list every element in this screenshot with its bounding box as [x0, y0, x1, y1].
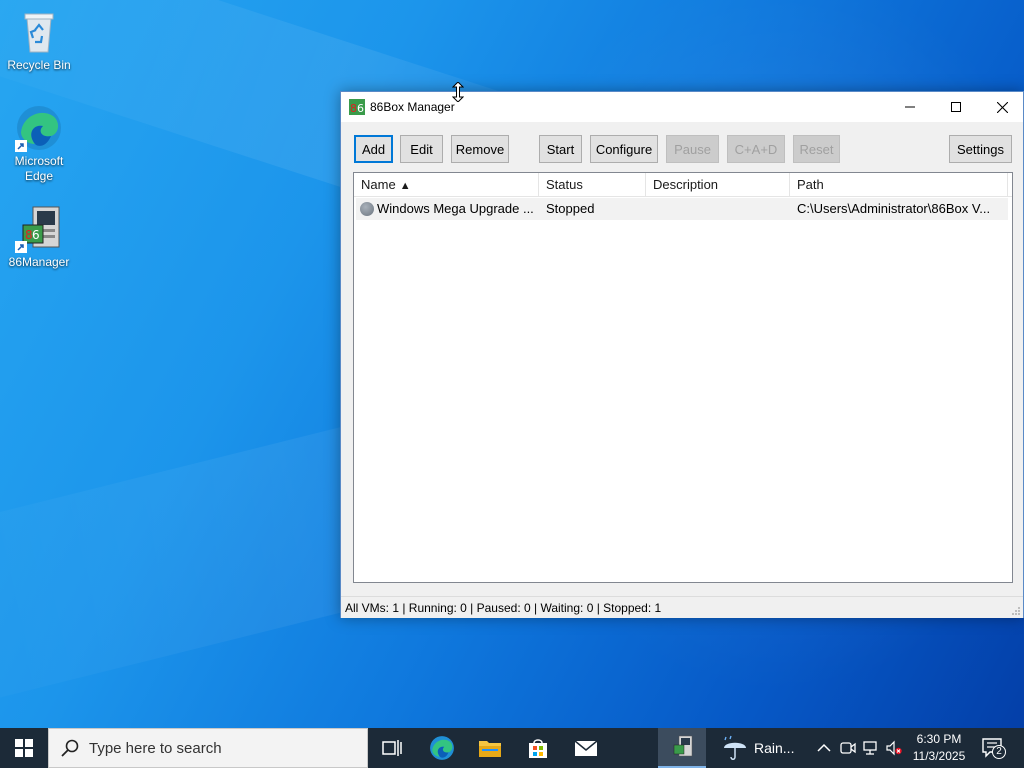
- clock-time: 6:30 PM: [916, 732, 962, 746]
- reset-button[interactable]: Reset: [793, 135, 840, 163]
- resize-grip-icon[interactable]: [1011, 606, 1021, 616]
- recycle-bin-icon: [15, 8, 63, 56]
- svg-text:8: 8: [350, 102, 357, 115]
- column-header-status[interactable]: Status: [539, 173, 646, 197]
- window-title: 86Box Manager: [370, 100, 455, 114]
- desktop-icon-label: Microsoft Edge: [14, 154, 64, 183]
- weather-text: Rain...: [754, 740, 795, 756]
- clock-date: 11/3/2025: [912, 749, 966, 763]
- network-icon[interactable]: [863, 740, 879, 756]
- svg-text:6: 6: [357, 102, 364, 115]
- maximize-icon: [951, 102, 961, 112]
- taskbar-mail[interactable]: [562, 728, 610, 768]
- volume-muted-icon[interactable]: [886, 740, 902, 756]
- 86box-manager-icon: 8 6: [15, 205, 63, 253]
- configure-button[interactable]: Configure: [590, 135, 658, 163]
- column-name-label: Name: [361, 177, 396, 192]
- add-button[interactable]: Add: [354, 135, 393, 163]
- edge-icon: [15, 104, 63, 152]
- taskbar-86box-manager[interactable]: [658, 728, 706, 768]
- status-bar: All VMs: 1 | Running: 0 | Paused: 0 | Wa…: [341, 596, 1023, 618]
- 86box-manager-window: 8 6 86Box Manager Add Edit Remove Start …: [340, 91, 1024, 618]
- 86box-manager-icon: [673, 735, 693, 757]
- vm-description: [653, 198, 791, 220]
- list-header: Name ▲ Status Description Path: [354, 173, 1012, 197]
- edit-button[interactable]: Edit: [400, 135, 443, 163]
- start-button[interactable]: Start: [539, 135, 582, 163]
- notification-count-badge: 2: [992, 745, 1006, 759]
- resize-cursor-icon: [452, 82, 464, 102]
- umbrella-rain-icon: [724, 735, 746, 760]
- chevron-up-icon[interactable]: [816, 740, 832, 756]
- pause-button[interactable]: Pause: [666, 135, 719, 163]
- search-placeholder: Type here to search: [89, 740, 222, 757]
- sort-ascending-icon: ▲: [399, 180, 411, 192]
- vm-path: C:\Users\Administrator\86Box V...: [797, 201, 991, 216]
- edge-icon: [430, 736, 454, 760]
- notification-center-button[interactable]: 2: [978, 736, 1008, 760]
- taskbar-search-box[interactable]: Type here to search: [48, 728, 368, 768]
- app-icon: 8 6: [349, 99, 365, 115]
- desktop-icon-recycle-bin[interactable]: Recycle Bin: [1, 8, 77, 73]
- desktop-icon-label: 86Manager: [8, 255, 70, 269]
- taskbar-edge[interactable]: [418, 728, 466, 768]
- status-text: All VMs: 1 | Running: 0 | Paused: 0 | Wa…: [345, 601, 662, 615]
- vm-list[interactable]: Name ▲ Status Description Path Windows Me…: [353, 172, 1013, 583]
- mail-icon: [574, 740, 598, 756]
- minimize-button[interactable]: [887, 92, 933, 122]
- table-row[interactable]: Windows Mega Upgrade ... Stopped C:\User…: [356, 198, 1008, 220]
- svg-text:6: 6: [32, 228, 40, 242]
- folder-icon: [479, 741, 501, 757]
- task-view-icon: [382, 740, 402, 756]
- taskbar: Type here to search Rain... 6:30 PM 11/3…: [0, 728, 1024, 768]
- store-icon: [529, 739, 547, 758]
- column-header-path[interactable]: Path: [790, 173, 1008, 197]
- task-view-button[interactable]: [368, 728, 416, 768]
- weather-widget[interactable]: Rain...: [716, 728, 806, 768]
- meet-now-icon[interactable]: [840, 740, 856, 756]
- remove-button[interactable]: Remove: [451, 135, 509, 163]
- windows-logo-icon: [15, 739, 33, 757]
- toolbar: Add Edit Remove Start Configure Pause C+…: [341, 122, 1023, 166]
- maximize-button[interactable]: [933, 92, 979, 122]
- title-bar[interactable]: 8 6 86Box Manager: [341, 92, 1023, 122]
- vm-stopped-icon: [360, 202, 374, 216]
- column-header-name[interactable]: Name ▲: [354, 173, 539, 197]
- desktop-icon-edge[interactable]: Microsoft Edge: [1, 104, 77, 184]
- start-button[interactable]: [0, 728, 48, 768]
- system-clock[interactable]: 6:30 PM 11/3/2025: [904, 731, 974, 765]
- close-button[interactable]: [979, 92, 1024, 122]
- taskbar-file-explorer[interactable]: [466, 728, 514, 768]
- vm-name: Windows Mega Upgrade ...: [377, 201, 534, 216]
- desktop-icon-86manager[interactable]: 8 6 86Manager: [1, 205, 77, 270]
- column-header-description[interactable]: Description: [646, 173, 790, 197]
- ctrl-alt-del-button[interactable]: C+A+D: [727, 135, 785, 163]
- settings-button[interactable]: Settings: [949, 135, 1012, 163]
- desktop-icon-label: Recycle Bin: [7, 58, 71, 72]
- close-icon: [996, 101, 1008, 113]
- vm-status: Stopped: [546, 201, 595, 216]
- taskbar-store[interactable]: [514, 728, 562, 768]
- minimize-icon: [905, 106, 915, 108]
- search-icon: [61, 739, 79, 757]
